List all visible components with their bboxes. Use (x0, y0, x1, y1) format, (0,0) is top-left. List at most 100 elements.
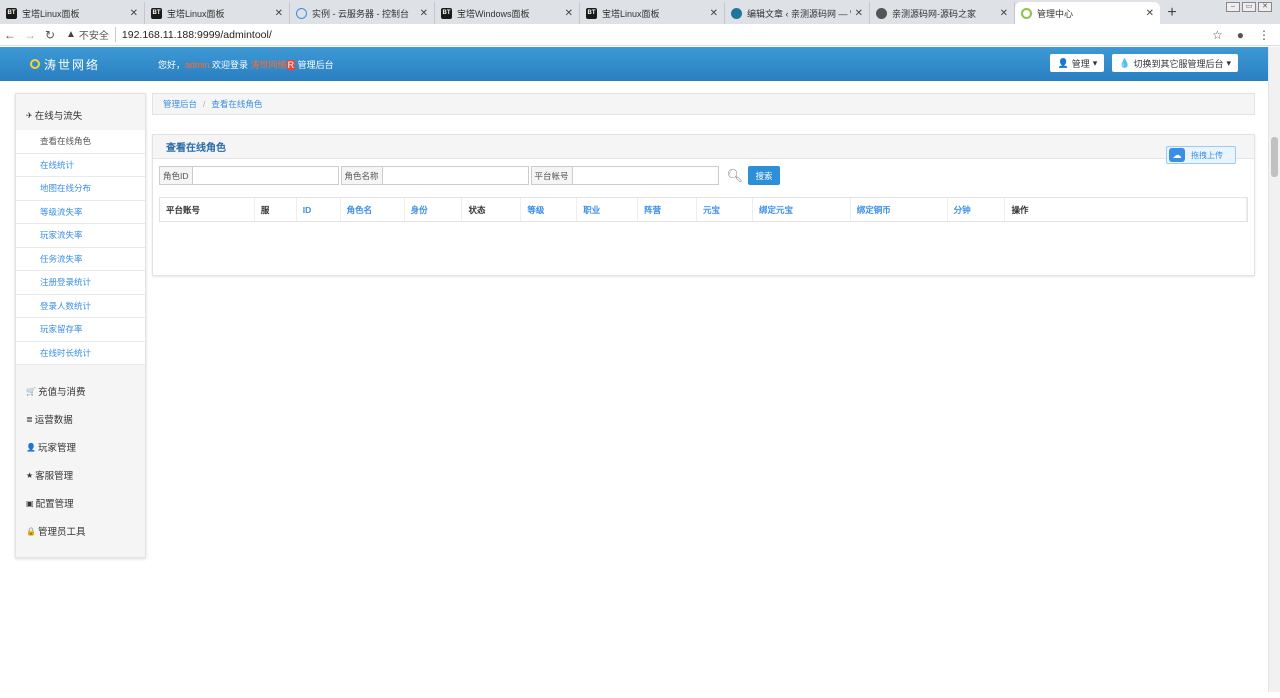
sidebar-section[interactable]: 🔒 管理员工具 (16, 517, 145, 545)
manage-dropdown-button[interactable]: 👤 管理 ▾ (1050, 54, 1105, 72)
url-field[interactable]: 192.168.11.188:9999/admintool/ (122, 29, 272, 41)
sidebar-section[interactable]: 🛒 充值与消费 (16, 377, 145, 405)
tab-label: 宝塔Linux面板 (602, 8, 660, 19)
breadcrumb-home[interactable]: 管理后台 (163, 98, 197, 110)
column-header[interactable]: 职业 (577, 198, 639, 221)
sidebar-item[interactable]: 任务流失率 (16, 248, 145, 271)
role-name-input[interactable] (382, 166, 529, 185)
switch-server-button[interactable]: 💧 切换到其它服管理后台 ▾ (1112, 54, 1238, 72)
role-id-input[interactable] (192, 166, 339, 185)
tab-label: 管理中心 (1037, 8, 1074, 19)
sidebar-section-icon: ✈ (26, 110, 33, 120)
breadcrumb-separator: / (203, 99, 206, 109)
tab-label: 编辑文章 ‹ 亲测源码网 — W (747, 8, 851, 19)
warning-icon[interactable]: ▲ (66, 29, 76, 40)
tab-close-icon[interactable]: ✕ (855, 8, 863, 19)
table-header: 平台账号服 ID 角色名 身份 状态 等级 职业 阵营 元宝 绑定元宝 绑定铜币 分钟 操作 (160, 198, 1247, 221)
browser-tab[interactable]: 管理中心 ✕ (1015, 2, 1160, 24)
tab-label: 亲测源码网-源码之家 (892, 8, 976, 19)
search-icon[interactable]: 🔍︎ (727, 168, 744, 184)
browser-tab[interactable]: BT 宝塔Linux面板 ✕ (580, 2, 725, 24)
close-window-icon[interactable]: ✕ (1258, 2, 1272, 12)
online-roles-panel: 查看在线角色 角色ID 角色名称 平台帐号 🔍︎ 搜索 平台账号服 ID 角色名 身份… (152, 134, 1255, 276)
logo[interactable]: 涛世网络 (30, 56, 158, 73)
maximize-icon[interactable]: ▭ (1242, 2, 1256, 12)
column-header[interactable]: 角色名 (341, 198, 405, 221)
sidebar-item[interactable]: 在线统计 (16, 154, 145, 177)
tab-label: 宝塔Linux面板 (167, 8, 225, 19)
site-badge: R (286, 59, 296, 70)
sidebar-item[interactable]: 在线时长统计 (16, 342, 145, 365)
tab-label: 宝塔Linux面板 (22, 8, 80, 19)
sidebar-section-icon: 🛒 (26, 386, 36, 396)
sidebar-section[interactable]: ★ 客服管理 (16, 461, 145, 489)
sidebar-section-label: 客服管理 (35, 471, 74, 482)
browser-tab[interactable]: 编辑文章 ‹ 亲测源码网 — W ✕ (725, 2, 870, 24)
back-icon[interactable]: ← (0, 28, 20, 42)
tab-close-icon[interactable]: ✕ (275, 8, 283, 19)
browser-tab[interactable]: 实例 - 云服务器 - 控制台 ✕ (290, 2, 435, 24)
bt-favicon-icon: BT (441, 7, 452, 19)
panel-title: 查看在线角色 (153, 135, 1254, 159)
tab-close-icon[interactable]: ✕ (1146, 8, 1154, 19)
search-form: 角色ID 角色名称 平台帐号 🔍︎ 搜索 (159, 166, 781, 185)
reload-icon[interactable]: ↻ (40, 28, 60, 42)
tab-close-icon[interactable]: ✕ (420, 8, 428, 19)
sidebar-item[interactable]: 注册登录统计 (16, 271, 145, 295)
page-scrollbar[interactable] (1268, 47, 1280, 692)
column-header[interactable]: 等级 (521, 198, 578, 221)
tab-label: 宝塔Windows面板 (457, 8, 530, 19)
tab-label: 实例 - 云服务器 - 控制台 (312, 8, 409, 19)
bookmark-star-icon[interactable]: ☆ (1212, 28, 1223, 42)
tab-close-icon[interactable]: ✕ (710, 8, 718, 19)
sidebar-section-label: 玩家管理 (37, 443, 76, 454)
column-header[interactable]: 元宝 (697, 198, 753, 221)
tab-close-icon[interactable]: ✕ (130, 8, 138, 19)
globe-favicon-icon (876, 7, 887, 19)
browser-tab[interactable]: BT 宝塔Linux面板 ✕ (145, 2, 290, 24)
sidebar-item[interactable]: 玩家留存率 (16, 318, 145, 342)
sidebar-item[interactable]: 等级流失率 (16, 201, 145, 224)
forward-icon[interactable]: → (20, 28, 40, 42)
sidebar-section[interactable]: ▣ 配置管理 (16, 489, 145, 517)
sidebar-item[interactable]: 地图在线分布 (16, 177, 145, 201)
column-header[interactable]: 身份 (405, 198, 463, 221)
logo-ring-icon (30, 59, 40, 69)
sidebar-item[interactable]: 登录人数统计 (16, 295, 145, 318)
sidebar-item[interactable]: 查看在线角色 (16, 130, 145, 154)
column-header[interactable]: 分钟 (948, 198, 1006, 221)
sidebar-section[interactable]: ✈ 在线与流失 (16, 94, 145, 130)
column-header[interactable]: 绑定铜币 (851, 198, 948, 221)
menu-dots-icon[interactable]: ⋮ (1258, 28, 1270, 42)
address-bar: ← → ↻ ▲ 不安全 192.168.11.188:9999/admintoo… (0, 24, 1280, 46)
not-secure-label[interactable]: 不安全 (79, 27, 116, 42)
minimize-icon[interactable]: – (1226, 2, 1240, 12)
bt-favicon-icon: BT (151, 7, 162, 19)
sidebar-item[interactable]: 玩家流失率 (16, 224, 145, 248)
tab-close-icon[interactable]: ✕ (565, 8, 573, 19)
profile-icon[interactable]: ● (1237, 28, 1244, 42)
sidebar-section-icon: 👤 (26, 442, 36, 452)
tab-close-icon[interactable]: ✕ (1000, 8, 1008, 19)
drag-upload-button[interactable]: ☁ 拖拽上传 (1166, 146, 1236, 164)
sidebar-section-icon: 🔒 (26, 526, 36, 536)
sidebar-section-label: 配置管理 (35, 499, 74, 510)
sidebar-section[interactable]: 👤 玩家管理 (16, 433, 145, 461)
sidebar-section[interactable]: ≣ 运营数据 (16, 405, 145, 433)
account-input[interactable] (572, 166, 719, 185)
account-label: 平台帐号 (530, 166, 573, 185)
sidebar-submenu: 查看在线角色 在线统计 地图在线分布 等级流失率 玩家流失率 任务流失率 注册登录统计 登录人… (16, 130, 145, 365)
column-header[interactable]: ID (297, 198, 341, 221)
browser-tab[interactable]: BT 宝塔Linux面板 ✕ (0, 2, 145, 24)
column-header[interactable]: 绑定元宝 (753, 198, 851, 221)
sidebar-section-icon: ★ (26, 470, 34, 480)
breadcrumb-current[interactable]: 查看在线角色 (211, 98, 262, 110)
browser-tab[interactable]: BT 宝塔Windows面板 ✕ (435, 2, 580, 24)
column-header[interactable]: 阵营 (638, 198, 698, 221)
new-tab-icon[interactable]: + (1160, 2, 1184, 24)
browser-tab[interactable]: 亲测源码网-源码之家 ✕ (870, 2, 1015, 24)
site-name: 涛世网络 (250, 59, 287, 70)
search-button[interactable]: 搜索 (748, 166, 781, 185)
scroll-thumb[interactable] (1271, 137, 1278, 177)
browser-tab-strip: BT 宝塔Linux面板 ✕ BT 宝塔Linux面板 ✕ 实例 - 云服务器 - 控制台 ✕… (0, 0, 1280, 24)
